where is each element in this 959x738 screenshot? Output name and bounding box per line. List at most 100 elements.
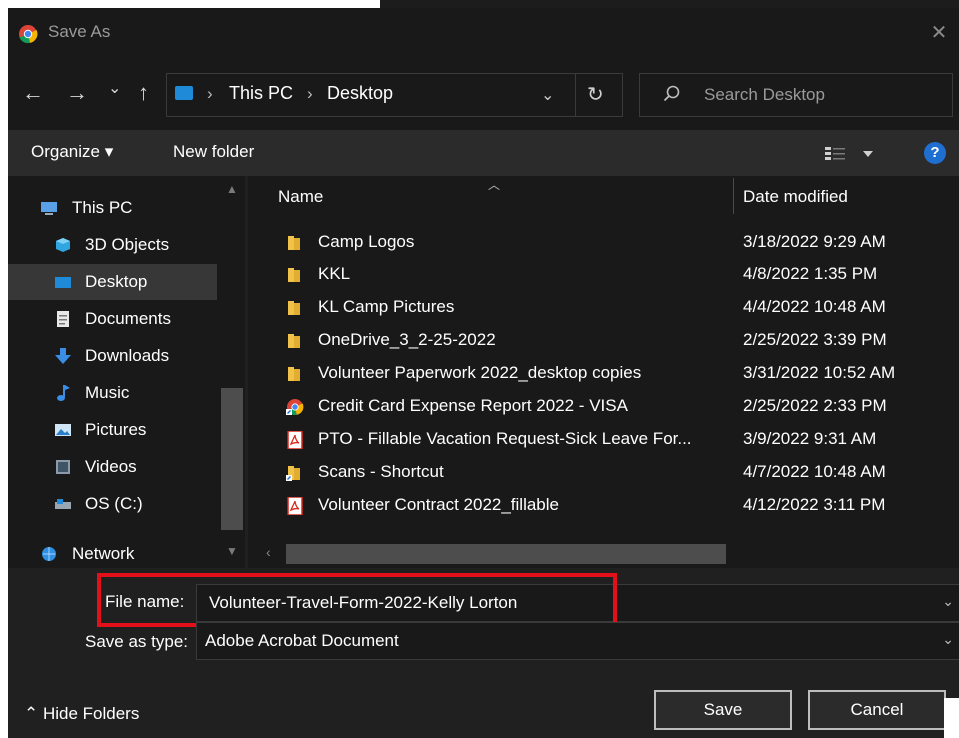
scroll-up-icon[interactable]: ▲ bbox=[226, 182, 238, 196]
search-icon bbox=[663, 85, 680, 102]
chevron-down-icon[interactable]: ⌄ bbox=[942, 593, 954, 610]
table-row[interactable]: OneDrive_3_2-25-2022 2/25/2022 3:39 PM bbox=[248, 324, 959, 356]
sidebar-item-label: 3D Objects bbox=[85, 235, 170, 254]
save-as-dialog: Save As ✕ ← → ⌄ ↑ › This PC › Desktop ⌄ … bbox=[8, 8, 959, 738]
pdf-icon bbox=[287, 497, 303, 515]
pictures-icon bbox=[55, 424, 71, 436]
table-row[interactable]: PTO - Fillable Vacation Request-Sick Lea… bbox=[248, 423, 959, 455]
sidebar-item-downloads[interactable]: Downloads bbox=[8, 338, 217, 374]
help-button[interactable]: ? bbox=[924, 142, 946, 164]
sidebar-scroll-thumb[interactable] bbox=[221, 388, 243, 530]
address-divider bbox=[575, 74, 576, 116]
up-button[interactable]: ↑ bbox=[138, 80, 149, 106]
file-name: Volunteer Paperwork 2022_desktop copies bbox=[318, 363, 642, 382]
scroll-down-icon[interactable]: ▼ bbox=[226, 544, 238, 558]
column-header-name[interactable]: Name bbox=[278, 187, 323, 207]
file-date: 4/4/2022 10:48 AM bbox=[743, 297, 886, 316]
save-form: File name: ⌄ Save as type: Adobe Acrobat… bbox=[8, 568, 959, 738]
folder-icon bbox=[288, 367, 300, 381]
file-name: OneDrive_3_2-25-2022 bbox=[318, 330, 496, 349]
search-box[interactable] bbox=[639, 73, 953, 117]
column-header-date-modified[interactable]: Date modified bbox=[743, 187, 848, 207]
file-date: 3/31/2022 10:52 AM bbox=[743, 363, 896, 382]
breadcrumb-desktop[interactable]: Desktop bbox=[327, 83, 393, 104]
file-name: Credit Card Expense Report 2022 - VISA bbox=[318, 396, 628, 415]
music-icon bbox=[57, 385, 70, 401]
address-dropdown-button[interactable]: ⌄ bbox=[541, 85, 554, 105]
videos-icon bbox=[56, 460, 70, 474]
sidebar-item-network[interactable]: Network bbox=[8, 536, 217, 568]
file-date: 3/18/2022 9:29 AM bbox=[743, 232, 886, 251]
chrome-icon bbox=[19, 25, 38, 44]
breadcrumb-this-pc[interactable]: This PC bbox=[229, 83, 293, 104]
save-button[interactable]: Save bbox=[654, 690, 792, 730]
table-row[interactable]: Camp Logos 3/18/2022 9:29 AM bbox=[248, 226, 959, 258]
file-date: 4/8/2022 1:35 PM bbox=[743, 264, 878, 283]
file-name-input[interactable] bbox=[207, 585, 911, 621]
refresh-button[interactable]: ↻ bbox=[587, 82, 604, 107]
file-name-field[interactable]: ⌄ bbox=[196, 584, 959, 622]
scroll-left-icon[interactable]: ‹ bbox=[266, 544, 271, 560]
sort-ascending-icon: ︿ bbox=[488, 178, 501, 192]
background-edge bbox=[944, 698, 959, 738]
sidebar-item-label: Downloads bbox=[85, 346, 170, 365]
table-row[interactable]: Scans - Shortcut 4/7/2022 10:48 AM bbox=[248, 456, 959, 488]
download-icon bbox=[55, 348, 71, 364]
file-date: 3/9/2022 9:31 AM bbox=[743, 429, 877, 448]
table-row[interactable]: KKL 4/8/2022 1:35 PM bbox=[248, 258, 959, 290]
view-options-icon[interactable] bbox=[823, 143, 883, 165]
sidebar-item-pictures[interactable]: Pictures bbox=[8, 412, 217, 448]
folder-icon bbox=[288, 236, 300, 250]
sidebar-item-label: Documents bbox=[85, 309, 171, 328]
horizontal-scroll-thumb[interactable] bbox=[286, 544, 726, 564]
save-as-type-label: Save as type: bbox=[85, 632, 189, 651]
sidebar-item-music[interactable]: Music bbox=[8, 375, 217, 411]
breadcrumb-separator: › bbox=[207, 84, 213, 103]
hide-folders-button[interactable]: ⌃ Hide Folders bbox=[24, 704, 139, 724]
table-row[interactable]: Credit Card Expense Report 2022 - VISA 2… bbox=[248, 390, 959, 422]
file-date: 4/7/2022 10:48 AM bbox=[743, 462, 886, 481]
address-bar[interactable]: › This PC › Desktop ⌄ ↻ bbox=[166, 73, 623, 117]
file-date: 2/25/2022 2:33 PM bbox=[743, 396, 887, 415]
sidebar-item-label: Music bbox=[85, 383, 130, 402]
search-input[interactable] bbox=[702, 74, 946, 116]
new-folder-button[interactable]: New folder bbox=[173, 142, 254, 162]
back-button[interactable]: ← bbox=[22, 80, 44, 106]
table-row[interactable]: KL Camp Pictures 4/4/2022 10:48 AM bbox=[248, 291, 959, 323]
sidebar-item-label: Pictures bbox=[85, 420, 147, 439]
sidebar-item-this-pc[interactable]: This PC bbox=[8, 190, 217, 226]
sidebar-item-label: Network bbox=[72, 544, 135, 563]
sidebar-item-label: OS (C:) bbox=[85, 494, 143, 513]
navigation-bar: ← → ⌄ ↑ › This PC › Desktop ⌄ ↻ bbox=[8, 56, 959, 130]
sidebar-item-os-c[interactable]: OS (C:) bbox=[8, 486, 217, 522]
table-row[interactable]: Volunteer Contract 2022_fillable 4/12/20… bbox=[248, 489, 959, 521]
file-name: PTO - Fillable Vacation Request-Sick Lea… bbox=[318, 429, 692, 448]
title-bar: Save As ✕ bbox=[8, 8, 959, 56]
network-icon bbox=[42, 547, 56, 561]
this-pc-icon bbox=[175, 86, 193, 100]
sidebar-item-3d-objects[interactable]: 3D Objects bbox=[8, 227, 217, 263]
folder-shortcut-icon bbox=[286, 466, 300, 481]
file-date: 4/12/2022 3:11 PM bbox=[743, 495, 886, 514]
cancel-button[interactable]: Cancel bbox=[808, 690, 946, 730]
sidebar-item-label: Desktop bbox=[85, 272, 148, 291]
chrome-shortcut-icon bbox=[286, 399, 304, 416]
sidebar-item-documents[interactable]: Documents bbox=[8, 301, 217, 337]
file-name: KKL bbox=[318, 264, 351, 283]
file-name: Volunteer Contract 2022_fillable bbox=[318, 495, 559, 514]
forward-button[interactable]: → bbox=[66, 80, 88, 106]
column-header-row: ︿ Name Date modified bbox=[248, 176, 959, 218]
close-button[interactable]: ✕ bbox=[919, 18, 959, 48]
horizontal-scrollbar[interactable]: ‹ bbox=[248, 540, 959, 568]
sidebar-item-desktop[interactable]: Desktop bbox=[8, 264, 217, 300]
recent-locations-button[interactable]: ⌄ bbox=[108, 76, 121, 102]
file-name: KL Camp Pictures bbox=[318, 297, 455, 316]
desktop-icon bbox=[55, 277, 71, 288]
save-as-type-select[interactable]: Adobe Acrobat Document ⌄ bbox=[196, 622, 959, 660]
chevron-down-icon[interactable]: ⌄ bbox=[942, 631, 954, 648]
column-divider[interactable] bbox=[733, 178, 734, 214]
folder-icon bbox=[288, 301, 300, 315]
organize-button[interactable]: Organize ▾ bbox=[31, 142, 113, 162]
table-row[interactable]: Volunteer Paperwork 2022_desktop copies … bbox=[248, 357, 959, 389]
sidebar-item-videos[interactable]: Videos bbox=[8, 449, 217, 485]
